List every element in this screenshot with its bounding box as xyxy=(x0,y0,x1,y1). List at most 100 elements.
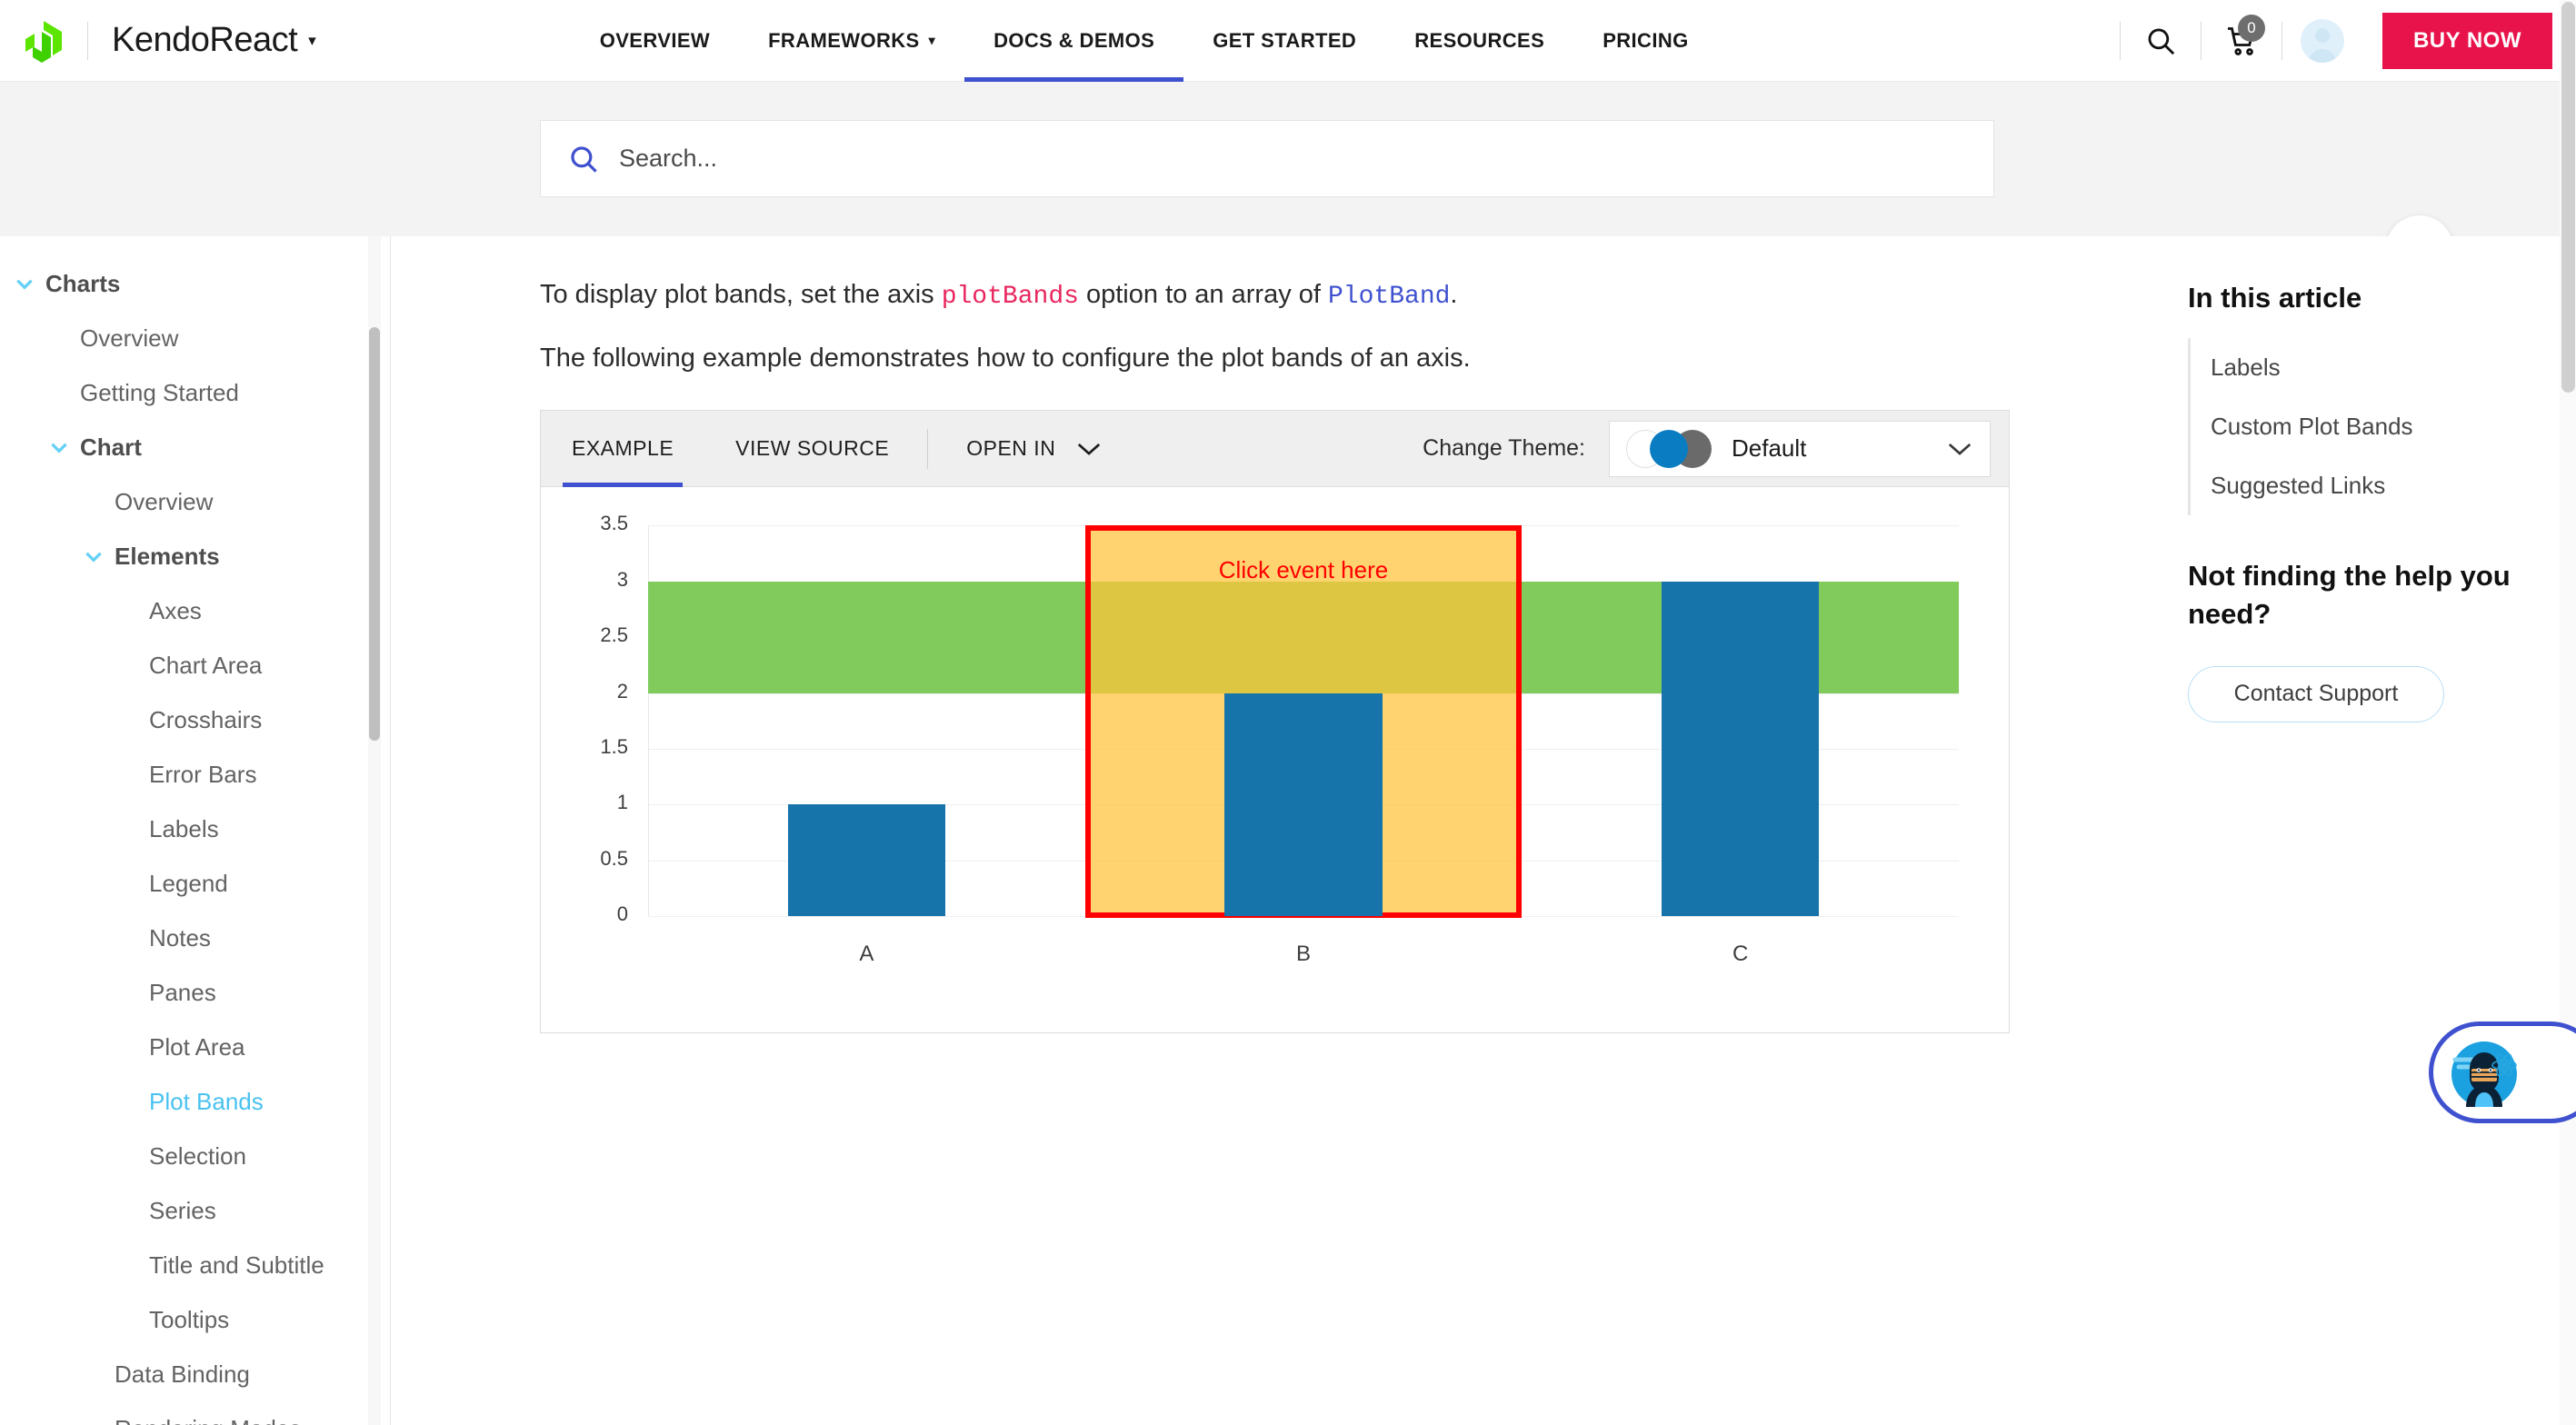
open-in-label: OPEN IN xyxy=(966,436,1056,461)
nav-item-resources-label: RESOURCES xyxy=(1414,28,1545,52)
nav-item-resources[interactable]: RESOURCES xyxy=(1385,0,1573,82)
cart-button[interactable]: 0 xyxy=(2202,0,2281,82)
y-axis-tick-label: 1.5 xyxy=(600,735,628,759)
sidebar-item-label: Plot Area xyxy=(149,1032,245,1061)
sidebar-item-axes[interactable]: Axes xyxy=(0,583,390,638)
chat-widget[interactable] xyxy=(2429,1021,2576,1123)
bar-B[interactable] xyxy=(1224,693,1383,917)
sidebar-item-charts[interactable]: Charts xyxy=(0,256,390,311)
sidebar-item-label: Plot Bands xyxy=(149,1087,264,1115)
nav-item-overview-label: OVERVIEW xyxy=(599,28,711,52)
toc-item-suggested-links[interactable]: Suggested Links xyxy=(2211,456,2556,515)
sidebar-item-legend[interactable]: Legend xyxy=(0,856,390,911)
demo-chart-area: 0 0.5 1 1.5 2 2.5 3 3.5 Click event here A B C xyxy=(541,487,2009,1033)
sidebar-item-label: Error Bars xyxy=(149,760,257,788)
in-this-article-list: Labels Custom Plot Bands Suggested Links xyxy=(2188,338,2556,515)
bar-chart-with-plot-bands[interactable]: 0 0.5 1 1.5 2 2.5 3 3.5 Click event here A B C xyxy=(541,487,2009,1032)
sidebar-item-overview[interactable]: Overview xyxy=(0,474,390,529)
y-axis-tick-label: 3 xyxy=(616,567,628,591)
sidebar-item-elements[interactable]: Elements xyxy=(0,529,390,583)
primary-menu: OVERVIEW FRAMEWORKS ▾ DOCS & DEMOS GET S… xyxy=(571,0,1718,82)
page-scrollbar-thumb[interactable] xyxy=(2561,2,2575,393)
search-placeholder: Search... xyxy=(619,144,718,172)
sidebar-item-notes[interactable]: Notes xyxy=(0,911,390,965)
sidebar-item-series[interactable]: Series xyxy=(0,1183,390,1238)
demo-card: EXAMPLE VIEW SOURCE OPEN IN Change Theme… xyxy=(540,410,2010,1034)
demo-tab-bar: EXAMPLE VIEW SOURCE OPEN IN Change Theme… xyxy=(541,411,2009,488)
nav-item-frameworks-label: FRAMEWORKS xyxy=(768,28,920,52)
paragraph-1-text-c: . xyxy=(1450,280,1458,309)
sidebar-item-data-binding[interactable]: Data Binding xyxy=(0,1347,390,1401)
search-icon xyxy=(571,145,597,173)
sidebar-item-label: Tooltips xyxy=(149,1305,230,1333)
brand-divider xyxy=(87,21,88,60)
toc-item-custom-plot-bands[interactable]: Custom Plot Bands xyxy=(2211,397,2556,456)
theme-select[interactable]: Default xyxy=(1609,420,1991,477)
left-sidebar: Charts Overview Getting Started Chart Overvi… xyxy=(0,236,391,1425)
paragraph-1-text-a: To display plot bands, set the axis xyxy=(540,280,942,309)
inline-code-plotband-link[interactable]: PlotBand xyxy=(1328,283,1450,311)
sidebar-item-labels[interactable]: Labels xyxy=(0,802,390,856)
sidebar-item-tooltips[interactable]: Tooltips xyxy=(0,1292,390,1347)
x-axis-tick-label: B xyxy=(1295,942,1311,967)
sidebar-item-selection[interactable]: Selection xyxy=(0,1129,390,1183)
search-strip: Search... xyxy=(0,82,2576,283)
account-button[interactable] xyxy=(2282,0,2362,82)
sidebar-item-error-bars[interactable]: Error Bars xyxy=(0,747,390,802)
sidebar-nav-list: Charts Overview Getting Started Chart Overvi… xyxy=(0,256,390,1425)
tab-view-source[interactable]: VIEW SOURCE xyxy=(704,411,920,487)
sidebar-item-label: Chart xyxy=(80,433,142,461)
avatar xyxy=(2300,18,2344,63)
sidebar-scrollbar-thumb[interactable] xyxy=(369,327,380,741)
sidebar-item-crosshairs[interactable]: Crosshairs xyxy=(0,693,390,747)
sidebar-item-label: Charts xyxy=(45,269,121,297)
nav-item-overview[interactable]: OVERVIEW xyxy=(571,0,739,82)
search-input[interactable]: Search... xyxy=(540,120,1994,197)
top-navigation-bar: KendoReact ▾ OVERVIEW FRAMEWORKS ▾ DOCS … xyxy=(0,0,2576,82)
y-axis-tick-label: 3.5 xyxy=(600,512,628,535)
nav-item-docs-and-demos-label: DOCS & DEMOS xyxy=(993,28,1155,52)
tab-example[interactable]: EXAMPLE xyxy=(541,411,704,487)
nav-right-tools: 0 BUY NOW xyxy=(2119,0,2576,82)
theme-swatches-icon xyxy=(1626,429,1713,468)
nav-item-pricing[interactable]: PRICING xyxy=(1573,0,1717,82)
sidebar-item-plot-bands[interactable]: Plot Bands xyxy=(0,1074,390,1129)
brand-chevron-down-icon[interactable]: ▾ xyxy=(308,32,316,50)
theme-switcher: Change Theme: Default xyxy=(1423,420,2009,477)
buy-now-button[interactable]: BUY NOW xyxy=(2381,12,2552,69)
contact-support-button[interactable]: Contact Support xyxy=(2188,665,2444,722)
sidebar-item-panes[interactable]: Panes xyxy=(0,965,390,1020)
sidebar-item-chart-area[interactable]: Chart Area xyxy=(0,638,390,693)
toc-item-labels[interactable]: Labels xyxy=(2211,338,2556,397)
brand-name: KendoReact xyxy=(112,21,298,59)
sidebar-item-label: Panes xyxy=(149,978,216,1006)
sidebar-item-label: Elements xyxy=(115,542,220,570)
nav-item-docs-and-demos[interactable]: DOCS & DEMOS xyxy=(964,0,1184,82)
sidebar-item-overview[interactable]: Overview xyxy=(0,311,390,365)
inline-code-plotbands: plotBands xyxy=(941,283,1079,311)
nav-item-frameworks[interactable]: FRAMEWORKS ▾ xyxy=(739,0,964,82)
sidebar-item-label: Getting Started xyxy=(80,378,239,406)
sidebar-item-plot-area[interactable]: Plot Area xyxy=(0,1020,390,1074)
search-button[interactable] xyxy=(2121,0,2201,82)
plot-band-label: Click event here xyxy=(1218,556,1389,584)
sidebar-item-title-and-subtitle[interactable]: Title and Subtitle xyxy=(0,1238,390,1292)
chevron-down-icon xyxy=(1078,443,1101,455)
sidebar-item-label: Axes xyxy=(149,596,202,624)
sidebar-item-label: Overview xyxy=(115,487,214,515)
in-this-article-title: In this article xyxy=(2188,282,2362,314)
sidebar-item-chart[interactable]: Chart xyxy=(0,420,390,474)
nav-item-pricing-label: PRICING xyxy=(1603,28,1689,52)
theme-selected-value: Default xyxy=(1732,434,1807,463)
bar-C[interactable] xyxy=(1662,581,1820,917)
sidebar-item-label: Data Binding xyxy=(115,1360,250,1388)
open-in-button[interactable]: OPEN IN xyxy=(935,411,1133,487)
sidebar-item-label: Selection xyxy=(149,1141,246,1170)
nav-item-get-started[interactable]: GET STARTED xyxy=(1183,0,1385,82)
cart-count-badge: 0 xyxy=(2237,14,2265,42)
bar-A[interactable] xyxy=(787,804,945,917)
brand-area[interactable]: KendoReact ▾ xyxy=(0,19,316,63)
sidebar-item-getting-started[interactable]: Getting Started xyxy=(0,365,390,420)
sidebar-item-rendering-modes[interactable]: Rendering Modes xyxy=(0,1401,390,1425)
sidebar-item-label: Title and Subtitle xyxy=(149,1251,324,1279)
